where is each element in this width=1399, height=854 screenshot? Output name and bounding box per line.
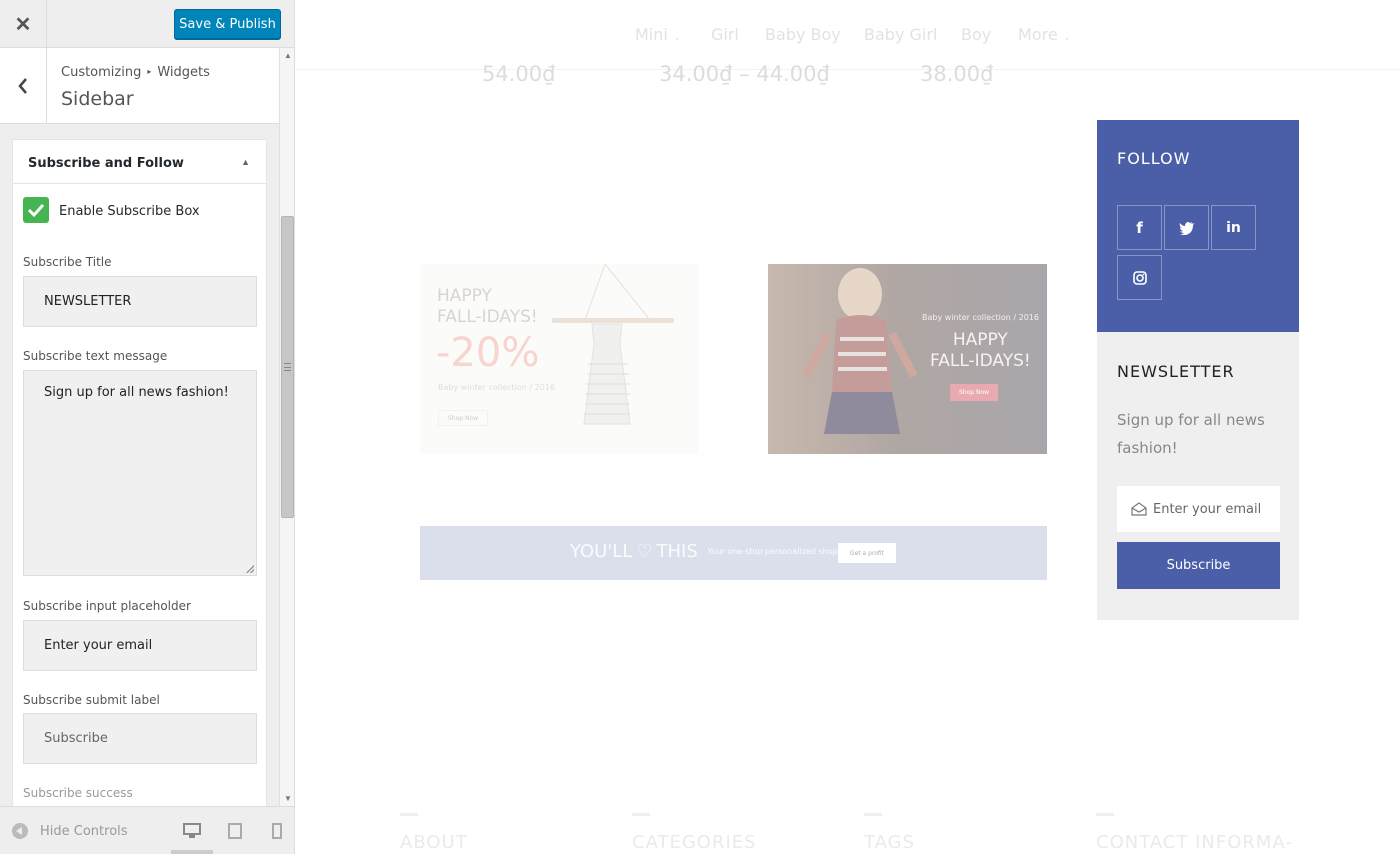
- chevron-left-icon: [18, 77, 27, 94]
- nav-item-more[interactable]: More ⌄: [1018, 25, 1071, 44]
- save-publish-button[interactable]: Save & Publish: [174, 9, 281, 39]
- breadcrumb-separator-icon: ▸: [147, 67, 152, 76]
- banner-headline: FALL-IDAYS!: [930, 351, 1031, 371]
- hide-controls-button[interactable]: Hide Controls: [12, 823, 128, 839]
- product-price: 34.00₫ – 44.00₫: [659, 62, 830, 86]
- checkmark-icon: [27, 203, 45, 218]
- scroll-down-arrow-icon[interactable]: ▼: [284, 794, 292, 803]
- breadcrumb-child: Widgets: [157, 65, 210, 80]
- banner-shop-button[interactable]: Shop Now: [950, 384, 998, 401]
- dress-illustration-icon: [552, 264, 674, 425]
- twitter-icon[interactable]: [1164, 205, 1209, 250]
- subscribe-success-label: Subscribe success: [23, 786, 133, 800]
- promo-banner-strip[interactable]: YOU'LL ♡ THIS Your one-stop personalized…: [420, 526, 1047, 580]
- back-button[interactable]: [0, 48, 47, 123]
- facebook-icon[interactable]: f: [1117, 205, 1162, 250]
- banner-headline: YOU'LL: [570, 541, 633, 562]
- promo-banner-dress[interactable]: HAPPY FALL-IDAYS! -20% Baby winter colle…: [420, 264, 699, 454]
- widget-title-bar[interactable]: Subscribe and Follow ▲: [13, 140, 266, 184]
- linkedin-icon[interactable]: in: [1211, 205, 1256, 250]
- banner-shop-button[interactable]: Shop Now: [438, 410, 488, 426]
- banner-caption: Baby winter collection / 2016: [438, 383, 555, 392]
- banner-headline: THIS: [656, 541, 698, 562]
- newsletter-widget: NEWSLETTER Sign up for all news fashion!…: [1097, 332, 1299, 620]
- subscribe-message-textarea[interactable]: Sign up for all news fashion!: [23, 370, 257, 576]
- newsletter-title: NEWSLETTER: [1117, 362, 1235, 381]
- footer-heading-about: ABOUT: [400, 832, 468, 853]
- subscribe-message-value: Sign up for all news fashion!: [44, 385, 229, 400]
- product-price: 54.00₫: [482, 62, 556, 86]
- tablet-icon[interactable]: [226, 823, 244, 839]
- nav-item-boy[interactable]: Boy: [961, 25, 991, 44]
- collapse-arrow-icon[interactable]: ▲: [241, 157, 250, 167]
- subscribe-placeholder-input[interactable]: Enter your email: [23, 620, 257, 671]
- banner-discount: -20%: [436, 330, 540, 376]
- mobile-icon[interactable]: [268, 823, 286, 839]
- footer-heading-categories: CATEGORIES: [632, 832, 757, 853]
- product-price: 38.00₫: [920, 62, 994, 86]
- instagram-icon[interactable]: [1117, 255, 1162, 300]
- breadcrumb-parent: Customizing: [61, 65, 142, 80]
- subscribe-title-label: Subscribe Title: [23, 255, 112, 269]
- envelope-icon: [1131, 502, 1147, 516]
- scroll-thumb[interactable]: [281, 216, 294, 518]
- footer-divider: [1096, 813, 1114, 816]
- subscribe-submit-label: Subscribe submit label: [23, 693, 160, 707]
- site-preview: Mini ⌄ Girl Baby Boy Baby Girl Boy More …: [296, 0, 1399, 854]
- enable-subscribe-checkbox[interactable]: [23, 197, 49, 223]
- footer-heading-contact: CONTACT INFORMA-: [1096, 832, 1293, 853]
- subscribe-title-input[interactable]: NEWSLETTER: [23, 276, 257, 327]
- newsletter-text: Sign up for all news fashion!: [1117, 411, 1265, 457]
- chevron-down-icon: ⌄: [672, 32, 682, 43]
- banner-headline: FALL-IDAYS!: [437, 307, 538, 327]
- nav-item-girl[interactable]: Girl: [711, 25, 739, 44]
- heart-icon: ♡: [636, 541, 653, 562]
- subscribe-placeholder-label: Subscribe input placeholder: [23, 599, 191, 613]
- promo-banner-girl[interactable]: Baby winter collection / 2016 HAPPY FALL…: [768, 264, 1047, 454]
- banner-caption: Baby winter collection / 2016: [922, 313, 1039, 322]
- subscribe-message-label: Subscribe text message: [23, 349, 168, 363]
- scroll-up-arrow-icon[interactable]: ▲: [284, 51, 292, 60]
- enable-subscribe-label: Enable Subscribe Box: [59, 204, 200, 219]
- banner-headline: HAPPY: [952, 330, 1008, 350]
- breadcrumb: Customizing ▸ Widgets: [61, 65, 210, 80]
- footer-divider: [864, 813, 882, 816]
- newsletter-placeholder: Enter your email: [1153, 501, 1262, 517]
- banner-profit-button[interactable]: Get a profit: [838, 543, 896, 563]
- newsletter-subscribe-button[interactable]: Subscribe: [1117, 542, 1280, 589]
- hide-controls-label: Hide Controls: [40, 823, 128, 839]
- banner-tagline: Your one-stop personalized shop!: [707, 547, 841, 556]
- nav-label: More: [1018, 25, 1058, 44]
- customizer-window: ✕ Save & Publish Customizing ▸ Widgets Sid…: [0, 0, 1399, 854]
- close-customizer-button[interactable]: ✕: [0, 0, 47, 48]
- nav-item-baby-girl[interactable]: Baby Girl: [864, 25, 937, 44]
- subscribe-submit-input[interactable]: Subscribe: [23, 713, 257, 764]
- widget-title: Subscribe and Follow: [28, 156, 184, 171]
- panel-scrollbar[interactable]: ▲ ▼: [279, 48, 294, 806]
- nav-item-mini[interactable]: Mini ⌄: [635, 25, 681, 44]
- section-header: Customizing ▸ Widgets Sidebar: [0, 48, 279, 124]
- banner-headline: HAPPY: [437, 286, 492, 306]
- footer-divider: [632, 813, 650, 816]
- nav-item-baby-boy[interactable]: Baby Boy: [765, 25, 841, 44]
- resize-grip-icon[interactable]: [246, 565, 254, 573]
- panel-footer: Hide Controls: [0, 806, 294, 854]
- newsletter-email-input[interactable]: Enter your email: [1117, 486, 1280, 532]
- site-nav: Mini ⌄ Girl Baby Boy Baby Girl Boy More …: [296, 0, 1399, 70]
- device-active-indicator: [171, 850, 213, 854]
- girl-photo-icon: [802, 268, 918, 434]
- section-title: Sidebar: [61, 88, 134, 110]
- panel-header: ✕ Save & Publish: [0, 0, 294, 48]
- chevron-down-icon: ⌄: [1062, 32, 1072, 43]
- follow-title: FOLLOW: [1117, 149, 1191, 168]
- nav-label: Mini: [635, 25, 668, 44]
- customizer-panel: ✕ Save & Publish Customizing ▸ Widgets Sid…: [0, 0, 295, 854]
- footer-divider: [400, 813, 418, 816]
- desktop-icon[interactable]: [183, 823, 201, 839]
- collapse-circle-icon: [12, 823, 28, 839]
- scroll-grip-icon: [284, 363, 291, 371]
- follow-widget: FOLLOW f in: [1097, 120, 1299, 332]
- footer-heading-tags: TAGS: [864, 832, 915, 853]
- subscribe-follow-widget: Subscribe and Follow ▲ Enable Subscribe …: [12, 139, 267, 819]
